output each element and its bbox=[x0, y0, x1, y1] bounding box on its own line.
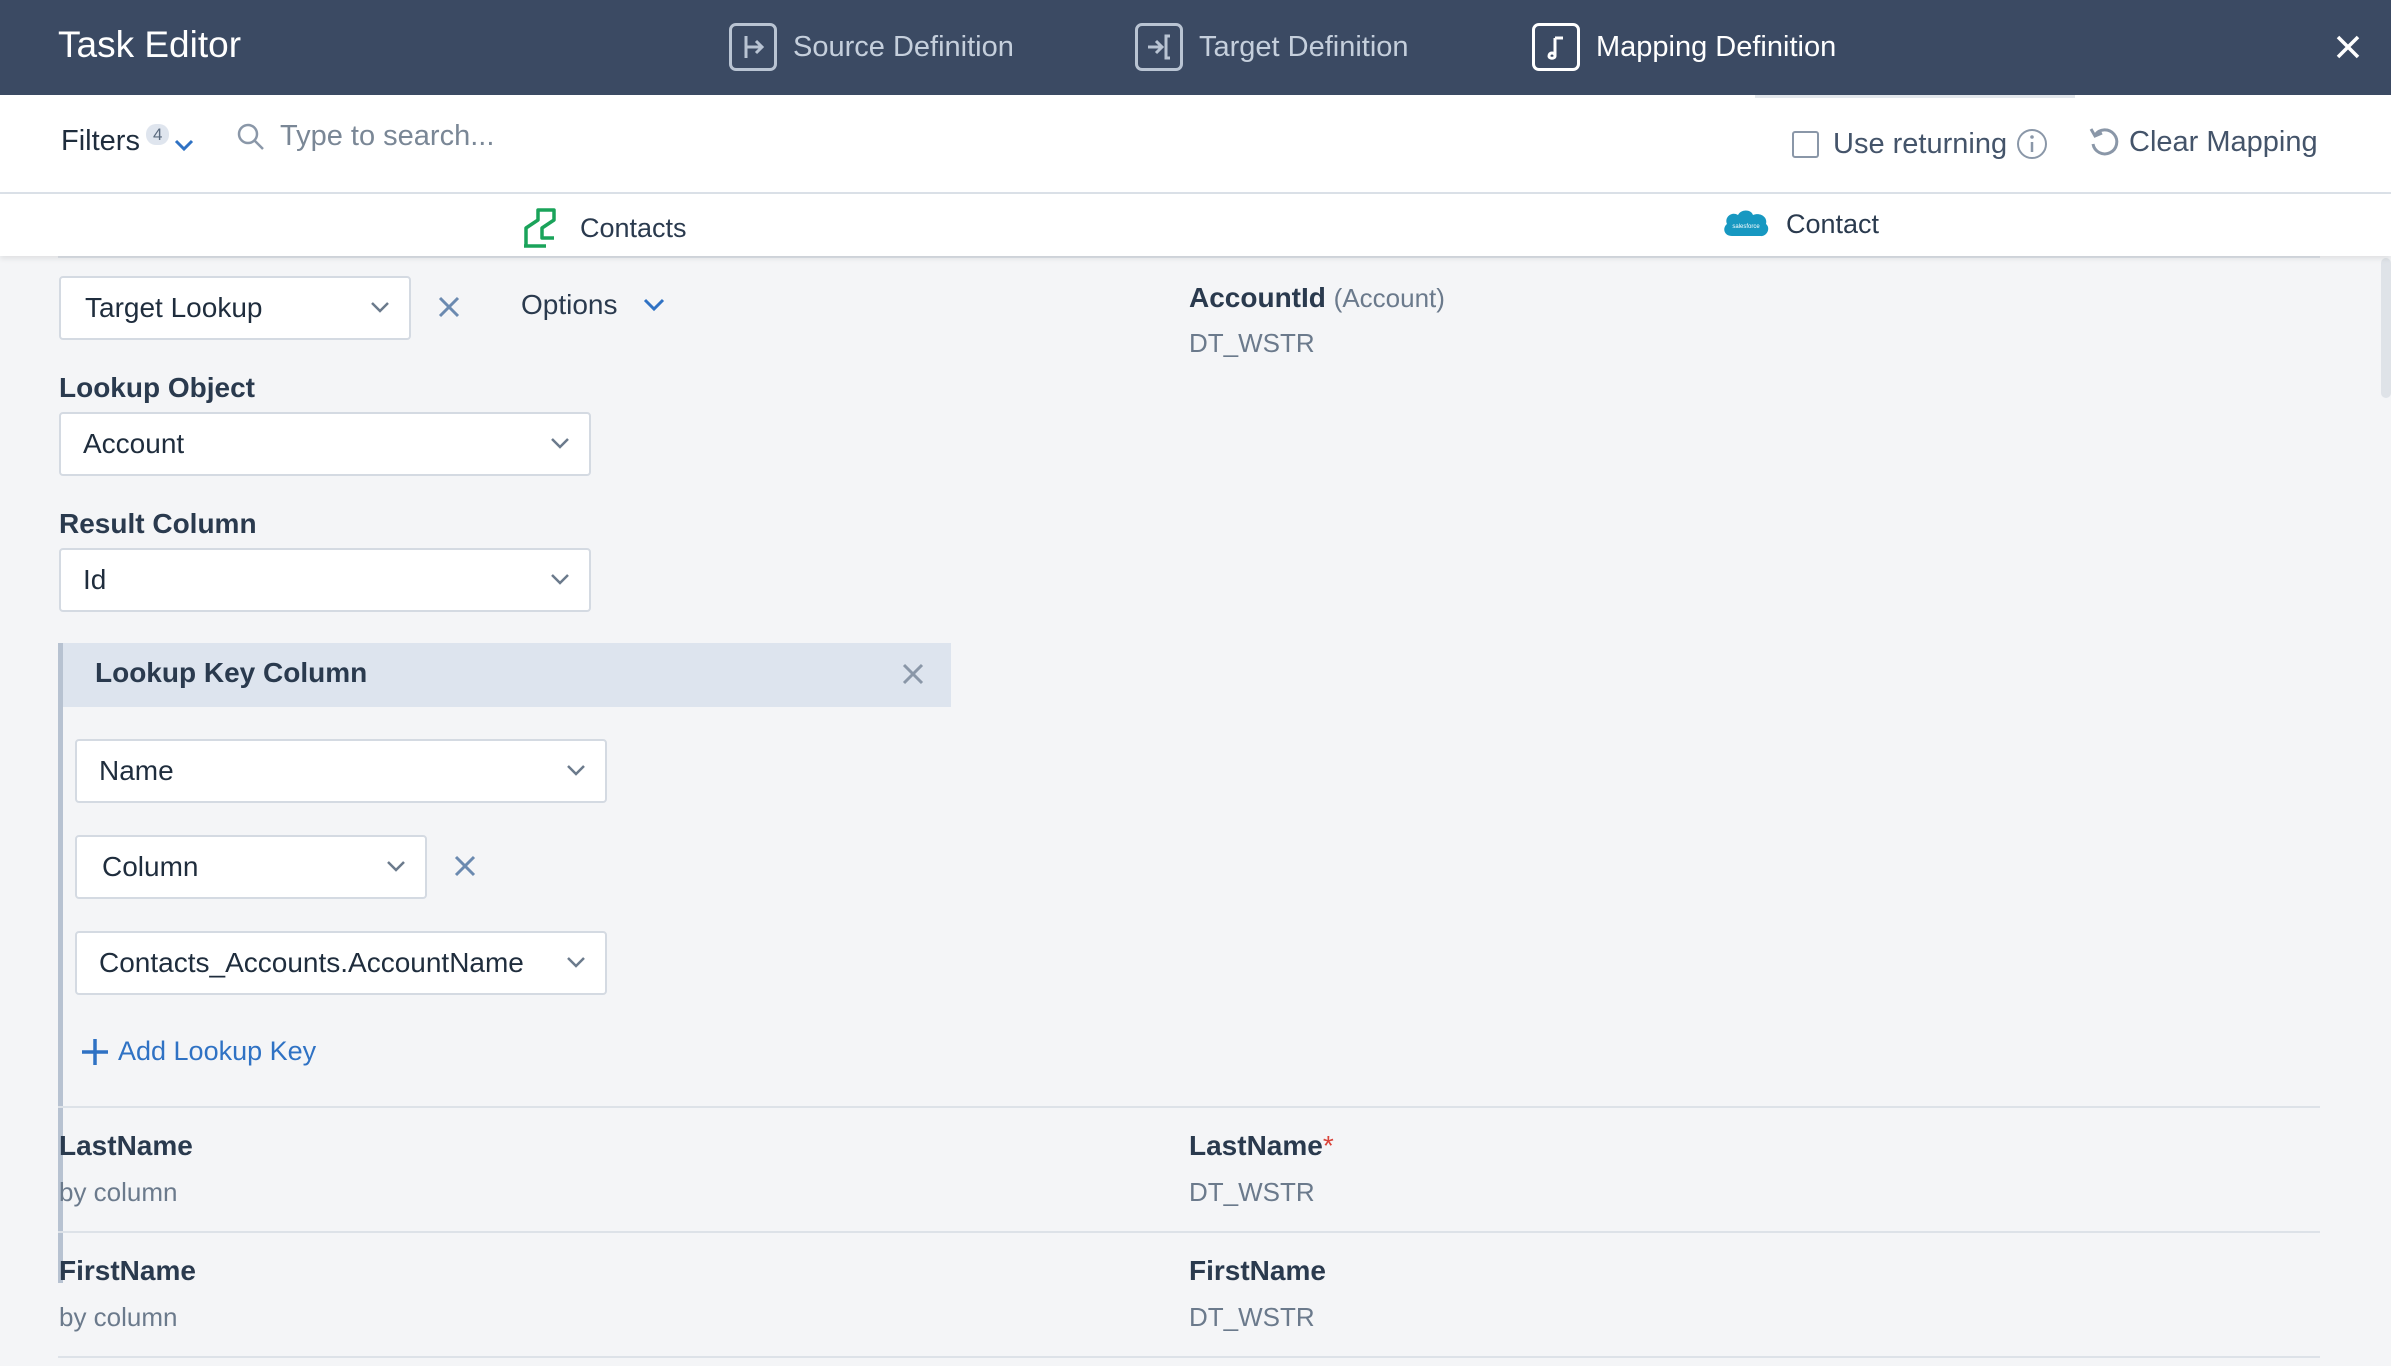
mapping-type-value: Target Lookup bbox=[85, 292, 263, 323]
mapping-type-select[interactable]: Target Lookup bbox=[59, 276, 411, 340]
result-column-value: Id bbox=[83, 564, 107, 595]
target-field-type: DT_WSTR bbox=[1189, 1302, 1315, 1332]
close-icon bbox=[438, 296, 460, 318]
target-field-label: LastName bbox=[1189, 1130, 1323, 1161]
tab-target-definition[interactable]: Target Definition bbox=[1135, 22, 1409, 72]
object-bar: Contacts salesforce Contact bbox=[0, 194, 2391, 256]
source-object: Contacts bbox=[520, 206, 687, 250]
source-field-name: FirstName bbox=[59, 1255, 196, 1286]
target-field-name: FirstName bbox=[1189, 1255, 1326, 1287]
source-field-method: by column bbox=[59, 1177, 178, 1207]
target-field-type: DT_WSTR bbox=[1189, 328, 1315, 358]
result-column-label: Result Column bbox=[59, 508, 257, 539]
chevron-down-icon bbox=[551, 438, 569, 449]
lookup-key-source-type-value: Column bbox=[102, 851, 199, 882]
source-definition-icon bbox=[729, 23, 777, 71]
add-lookup-key-button[interactable]: Add Lookup Key bbox=[80, 1036, 316, 1067]
search-icon bbox=[237, 123, 264, 150]
chevron-down-icon bbox=[567, 957, 585, 968]
filters-label: Filters bbox=[61, 125, 140, 157]
lookup-key-column-select[interactable]: Name bbox=[75, 739, 607, 803]
svg-text:salesforce: salesforce bbox=[1732, 224, 1760, 230]
salesforce-logo-icon: salesforce bbox=[1724, 210, 1769, 237]
target-object: salesforce Contact bbox=[1720, 206, 1879, 242]
search-input[interactable] bbox=[280, 120, 880, 153]
close-icon bbox=[2336, 35, 2360, 59]
toolbar: Filters 4 Use returning Clear Mapping bbox=[0, 95, 2391, 194]
chevron-down-icon bbox=[567, 765, 585, 776]
filters-button[interactable]: Filters 4 bbox=[61, 124, 195, 158]
add-lookup-key-label: Add Lookup Key bbox=[118, 1036, 317, 1066]
lookup-object-select[interactable]: Account bbox=[59, 412, 591, 476]
chevron-down-icon bbox=[175, 139, 194, 151]
tab-mapping-definition-label: Mapping Definition bbox=[1596, 30, 1837, 63]
close-icon bbox=[902, 663, 924, 685]
clear-mapping-button[interactable]: Clear Mapping bbox=[2087, 125, 2318, 159]
mapping-definition-icon bbox=[1532, 23, 1580, 71]
required-marker: * bbox=[1322, 1130, 1334, 1161]
remove-key-source-button[interactable] bbox=[448, 849, 482, 883]
plus-icon bbox=[82, 1038, 108, 1065]
lookup-key-panel-header: Lookup Key Column bbox=[58, 643, 951, 707]
target-field-label: FirstName bbox=[1189, 1255, 1326, 1286]
window-title: Task Editor bbox=[58, 24, 242, 65]
lookup-key-column-value: Name bbox=[99, 755, 174, 786]
toolbar-divider bbox=[1755, 95, 2075, 98]
title-bar: Task Editor Source Definition Target Def… bbox=[0, 0, 2391, 95]
use-returning-label: Use returning bbox=[1833, 127, 2008, 160]
chevron-down-icon bbox=[643, 298, 664, 312]
lookup-object-value: Account bbox=[83, 428, 185, 459]
options-label: Options bbox=[521, 289, 618, 320]
row-divider bbox=[58, 1106, 2320, 1108]
filters-count-badge: 4 bbox=[145, 124, 170, 145]
close-icon bbox=[454, 855, 476, 877]
target-field-type: DT_WSTR bbox=[1189, 1177, 1315, 1207]
result-column-select[interactable]: Id bbox=[59, 548, 591, 612]
remove-mapping-button[interactable] bbox=[432, 290, 466, 324]
vertical-scrollbar[interactable] bbox=[2381, 258, 2391, 398]
use-returning-checkbox[interactable] bbox=[1792, 130, 1819, 158]
tab-source-definition[interactable]: Source Definition bbox=[729, 22, 1014, 72]
target-object-name: Contact bbox=[1786, 208, 1880, 239]
source-object-name: Contacts bbox=[580, 212, 687, 243]
info-icon[interactable] bbox=[2015, 127, 2049, 161]
lookup-key-source-value-select[interactable]: Contacts_Accounts.AccountName bbox=[75, 931, 607, 995]
source-field-method: by column bbox=[59, 1302, 178, 1332]
target-definition-icon bbox=[1135, 23, 1183, 71]
row-divider bbox=[58, 1356, 2320, 1358]
target-field-name: LastName* bbox=[1189, 1130, 1334, 1162]
lookup-key-title: Lookup Key Column bbox=[95, 657, 368, 688]
options-dropdown[interactable]: Options bbox=[521, 289, 666, 321]
close-button[interactable] bbox=[2327, 26, 2369, 68]
chevron-down-icon bbox=[551, 574, 569, 585]
clear-mapping-label: Clear Mapping bbox=[2129, 125, 2318, 158]
divider bbox=[58, 256, 2320, 258]
tab-target-definition-label: Target Definition bbox=[1199, 30, 1409, 63]
row-divider bbox=[58, 1231, 2320, 1233]
chevron-down-icon bbox=[371, 302, 389, 313]
tab-mapping-definition[interactable]: Mapping Definition bbox=[1532, 22, 1836, 72]
source-field-name: LastName bbox=[59, 1130, 193, 1161]
target-field-reference: (Account) bbox=[1333, 283, 1445, 313]
search-box bbox=[236, 120, 880, 153]
lookup-key-source-type-select[interactable]: Column bbox=[75, 835, 427, 899]
lookup-key-source-value: Contacts_Accounts.AccountName bbox=[99, 947, 524, 978]
undo-icon bbox=[2089, 128, 2119, 156]
source-connector-icon bbox=[524, 208, 556, 248]
chevron-down-icon bbox=[387, 861, 405, 872]
mapping-content: Target Lookup Options AccountId (Account… bbox=[0, 256, 2391, 1366]
target-field-label: AccountId bbox=[1189, 282, 1326, 313]
target-field-name: AccountId (Account) bbox=[1189, 282, 1445, 314]
tab-source-definition-label: Source Definition bbox=[793, 30, 1014, 63]
lookup-object-label: Lookup Object bbox=[59, 372, 255, 403]
remove-lookup-key-button[interactable] bbox=[896, 657, 930, 691]
use-returning-option: Use returning bbox=[1792, 127, 2049, 161]
